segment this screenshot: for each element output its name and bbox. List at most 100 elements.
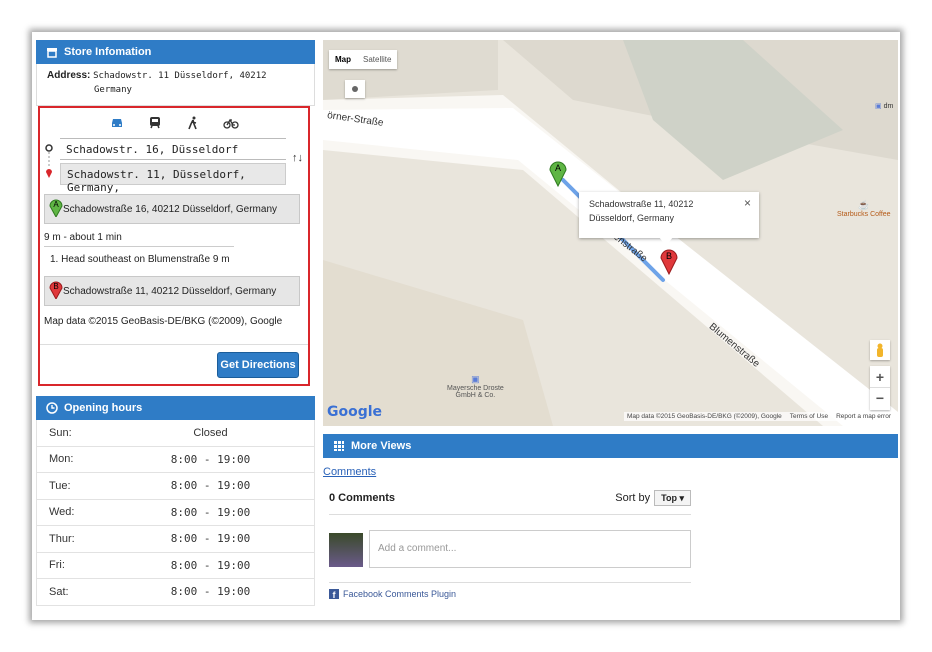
opening-hours-header: Opening hours: [36, 396, 315, 420]
opening-hours: Opening hours Sun: Closed Mon: 8:00 - 19:00…: [36, 396, 315, 606]
pin-a-icon: A: [49, 199, 63, 217]
more-views-header: More Views: [323, 434, 898, 458]
store-info-header: Store Infomation: [36, 40, 315, 64]
get-directions-button[interactable]: Get Directions: [217, 352, 299, 378]
hours-table: Sun: Closed Mon: 8:00 - 19:00 Tue: 8:00 - 19:…: [36, 420, 315, 606]
report-link[interactable]: Report a map error: [836, 413, 891, 420]
pin-b-icon: B: [49, 281, 63, 299]
map-footer: Map data ©2015 GeoBasis-DE/BKG (©2009), …: [623, 412, 894, 421]
address-line2: Germany: [94, 85, 132, 95]
end-address-box: B Schadowstraße 11, 40212 Düsseldorf, Ge…: [44, 276, 300, 306]
svg-text:B: B: [53, 282, 58, 291]
end-address: Schadowstraße 11, 40212 Düsseldorf, Germ…: [63, 285, 277, 297]
to-input[interactable]: Schadowstr. 11, Düsseldorf, Germany,: [60, 163, 286, 194]
hours-day: Wed:: [49, 506, 75, 519]
comments-count: 0 Comments: [329, 492, 396, 504]
tab-map[interactable]: Map: [329, 50, 357, 69]
divider: [329, 514, 691, 515]
hours-time: Closed: [193, 426, 228, 439]
store-icon: [47, 48, 57, 58]
hours-row: Sun: Closed: [36, 420, 315, 447]
hours-row: Mon: 8:00 - 19:00: [36, 446, 315, 473]
zoom-in-button[interactable]: +: [870, 366, 890, 388]
divider: [329, 582, 691, 583]
zoom-control: + −: [870, 366, 890, 410]
hours-row: Wed: 8:00 - 19:00: [36, 499, 315, 526]
plugin-label: Facebook Comments Plugin: [343, 589, 457, 599]
info-window: Schadowstraße 11, 40212 Düsseldorf, Germ…: [579, 192, 759, 238]
divider: [40, 344, 308, 345]
close-icon[interactable]: ×: [744, 196, 751, 210]
hours-row: Sat: 8:00 - 19:00: [36, 579, 315, 606]
hours-time: 8:00 - 19:00: [170, 558, 251, 572]
address-label: Address:: [47, 70, 91, 81]
zoom-out-button[interactable]: −: [870, 388, 890, 410]
tab-satellite[interactable]: Satellite: [357, 50, 397, 69]
poi-starbucks[interactable]: ☕ Starbucks Coffee: [837, 200, 891, 218]
svg-text:A: A: [53, 200, 59, 209]
hours-time: 8:00 - 19:00: [170, 452, 251, 466]
divider: [44, 246, 234, 247]
hours-time: 8:00 - 19:00: [170, 585, 251, 599]
left-column: Store Infomation Address: Schadowstr. 11…: [36, 40, 315, 106]
sort-dropdown[interactable]: Top ▾: [654, 490, 691, 506]
car-icon[interactable]: [109, 115, 125, 131]
hours-row: Thur: 8:00 - 19:00: [36, 526, 315, 553]
hours-day: Tue:: [49, 479, 71, 492]
location-icon[interactable]: [345, 80, 365, 98]
pegman-icon[interactable]: [870, 340, 890, 360]
store-address: Address: Schadowstr. 11 Düsseldorf, 4021…: [36, 64, 315, 106]
comments-header: 0 Comments Sort by Top ▾: [329, 490, 691, 506]
hours-day: Sat:: [49, 585, 69, 598]
from-input[interactable]: Schadowstr. 16, Düsseldorf: [60, 138, 286, 160]
hours-day: Sun:: [49, 426, 72, 439]
hours-day: Thur:: [49, 532, 75, 545]
clock-icon: [46, 402, 58, 414]
directions-panel: Schadowstr. 16, Düsseldorf Schadowstr. 1…: [38, 106, 310, 386]
start-address: Schadowstraße 16, 40212 Düsseldorf, Germ…: [63, 203, 277, 215]
store-info-title: Store Infomation: [64, 46, 152, 58]
hours-day: Mon:: [49, 453, 74, 466]
avatar: [329, 533, 363, 567]
hours-time: 8:00 - 19:00: [170, 532, 251, 546]
more-views: More Views Comments 0 Comments Sort by To…: [323, 434, 898, 599]
map-view[interactable]: A B Map Satellite örner-Straße Blumenstr…: [323, 40, 898, 426]
hours-time: 8:00 - 19:00: [170, 505, 251, 519]
shop-icon: ▣: [875, 103, 882, 110]
grid-icon: [334, 441, 344, 451]
route-step: 1. Head southeast on Blumenstraße 9 m: [50, 254, 230, 265]
svg-text:A: A: [555, 163, 561, 173]
facebook-plugin-link[interactable]: f Facebook Comments Plugin: [329, 589, 456, 599]
bike-icon[interactable]: [223, 115, 239, 131]
svg-text:B: B: [666, 251, 672, 261]
swap-icon[interactable]: ↑↓: [292, 152, 303, 164]
start-address-box: A Schadowstraße 16, 40212 Düsseldorf, Ge…: [44, 194, 300, 224]
route-summary: 9 m - about 1 min: [44, 232, 122, 243]
info-window-tail: [659, 237, 673, 246]
sort-control: Sort by Top ▾: [615, 490, 691, 506]
walk-icon[interactable]: [185, 115, 201, 131]
route-line-icon: [45, 144, 53, 178]
poi-mayersche[interactable]: ▣ Mayersche Droste GmbH & Co.: [447, 374, 504, 399]
address-line1: Schadowstr. 11 Düsseldorf, 40212: [93, 71, 267, 81]
comment-input[interactable]: Add a comment...: [369, 530, 691, 568]
transit-icon[interactable]: [147, 115, 163, 131]
google-logo: Google: [327, 404, 383, 420]
poi-dm[interactable]: ▣ dm: [875, 102, 893, 110]
map-type-toggle: Map Satellite: [329, 50, 398, 69]
terms-link[interactable]: Terms of Use: [790, 413, 828, 420]
map-data-text: Map data ©2015 GeoBasis-DE/BKG (©2009), …: [626, 413, 782, 420]
map-copyright: Map data ©2015 GeoBasis-DE/BKG (©2009), …: [44, 316, 283, 327]
hours-row: Tue: 8:00 - 19:00: [36, 473, 315, 500]
sort-label: Sort by: [615, 492, 651, 504]
travel-mode-bar: [40, 108, 308, 132]
hours-day: Fri:: [49, 559, 65, 572]
hours-time: 8:00 - 19:00: [170, 479, 251, 493]
info-line2: Düsseldorf, Germany: [589, 213, 675, 223]
comments-link[interactable]: Comments: [323, 466, 376, 478]
app-frame: Store Infomation Address: Schadowstr. 11…: [32, 32, 900, 620]
more-views-title: More Views: [351, 440, 412, 452]
facebook-icon: f: [329, 589, 339, 599]
hours-row: Fri: 8:00 - 19:00: [36, 552, 315, 579]
shop-icon: ▣: [471, 374, 480, 384]
